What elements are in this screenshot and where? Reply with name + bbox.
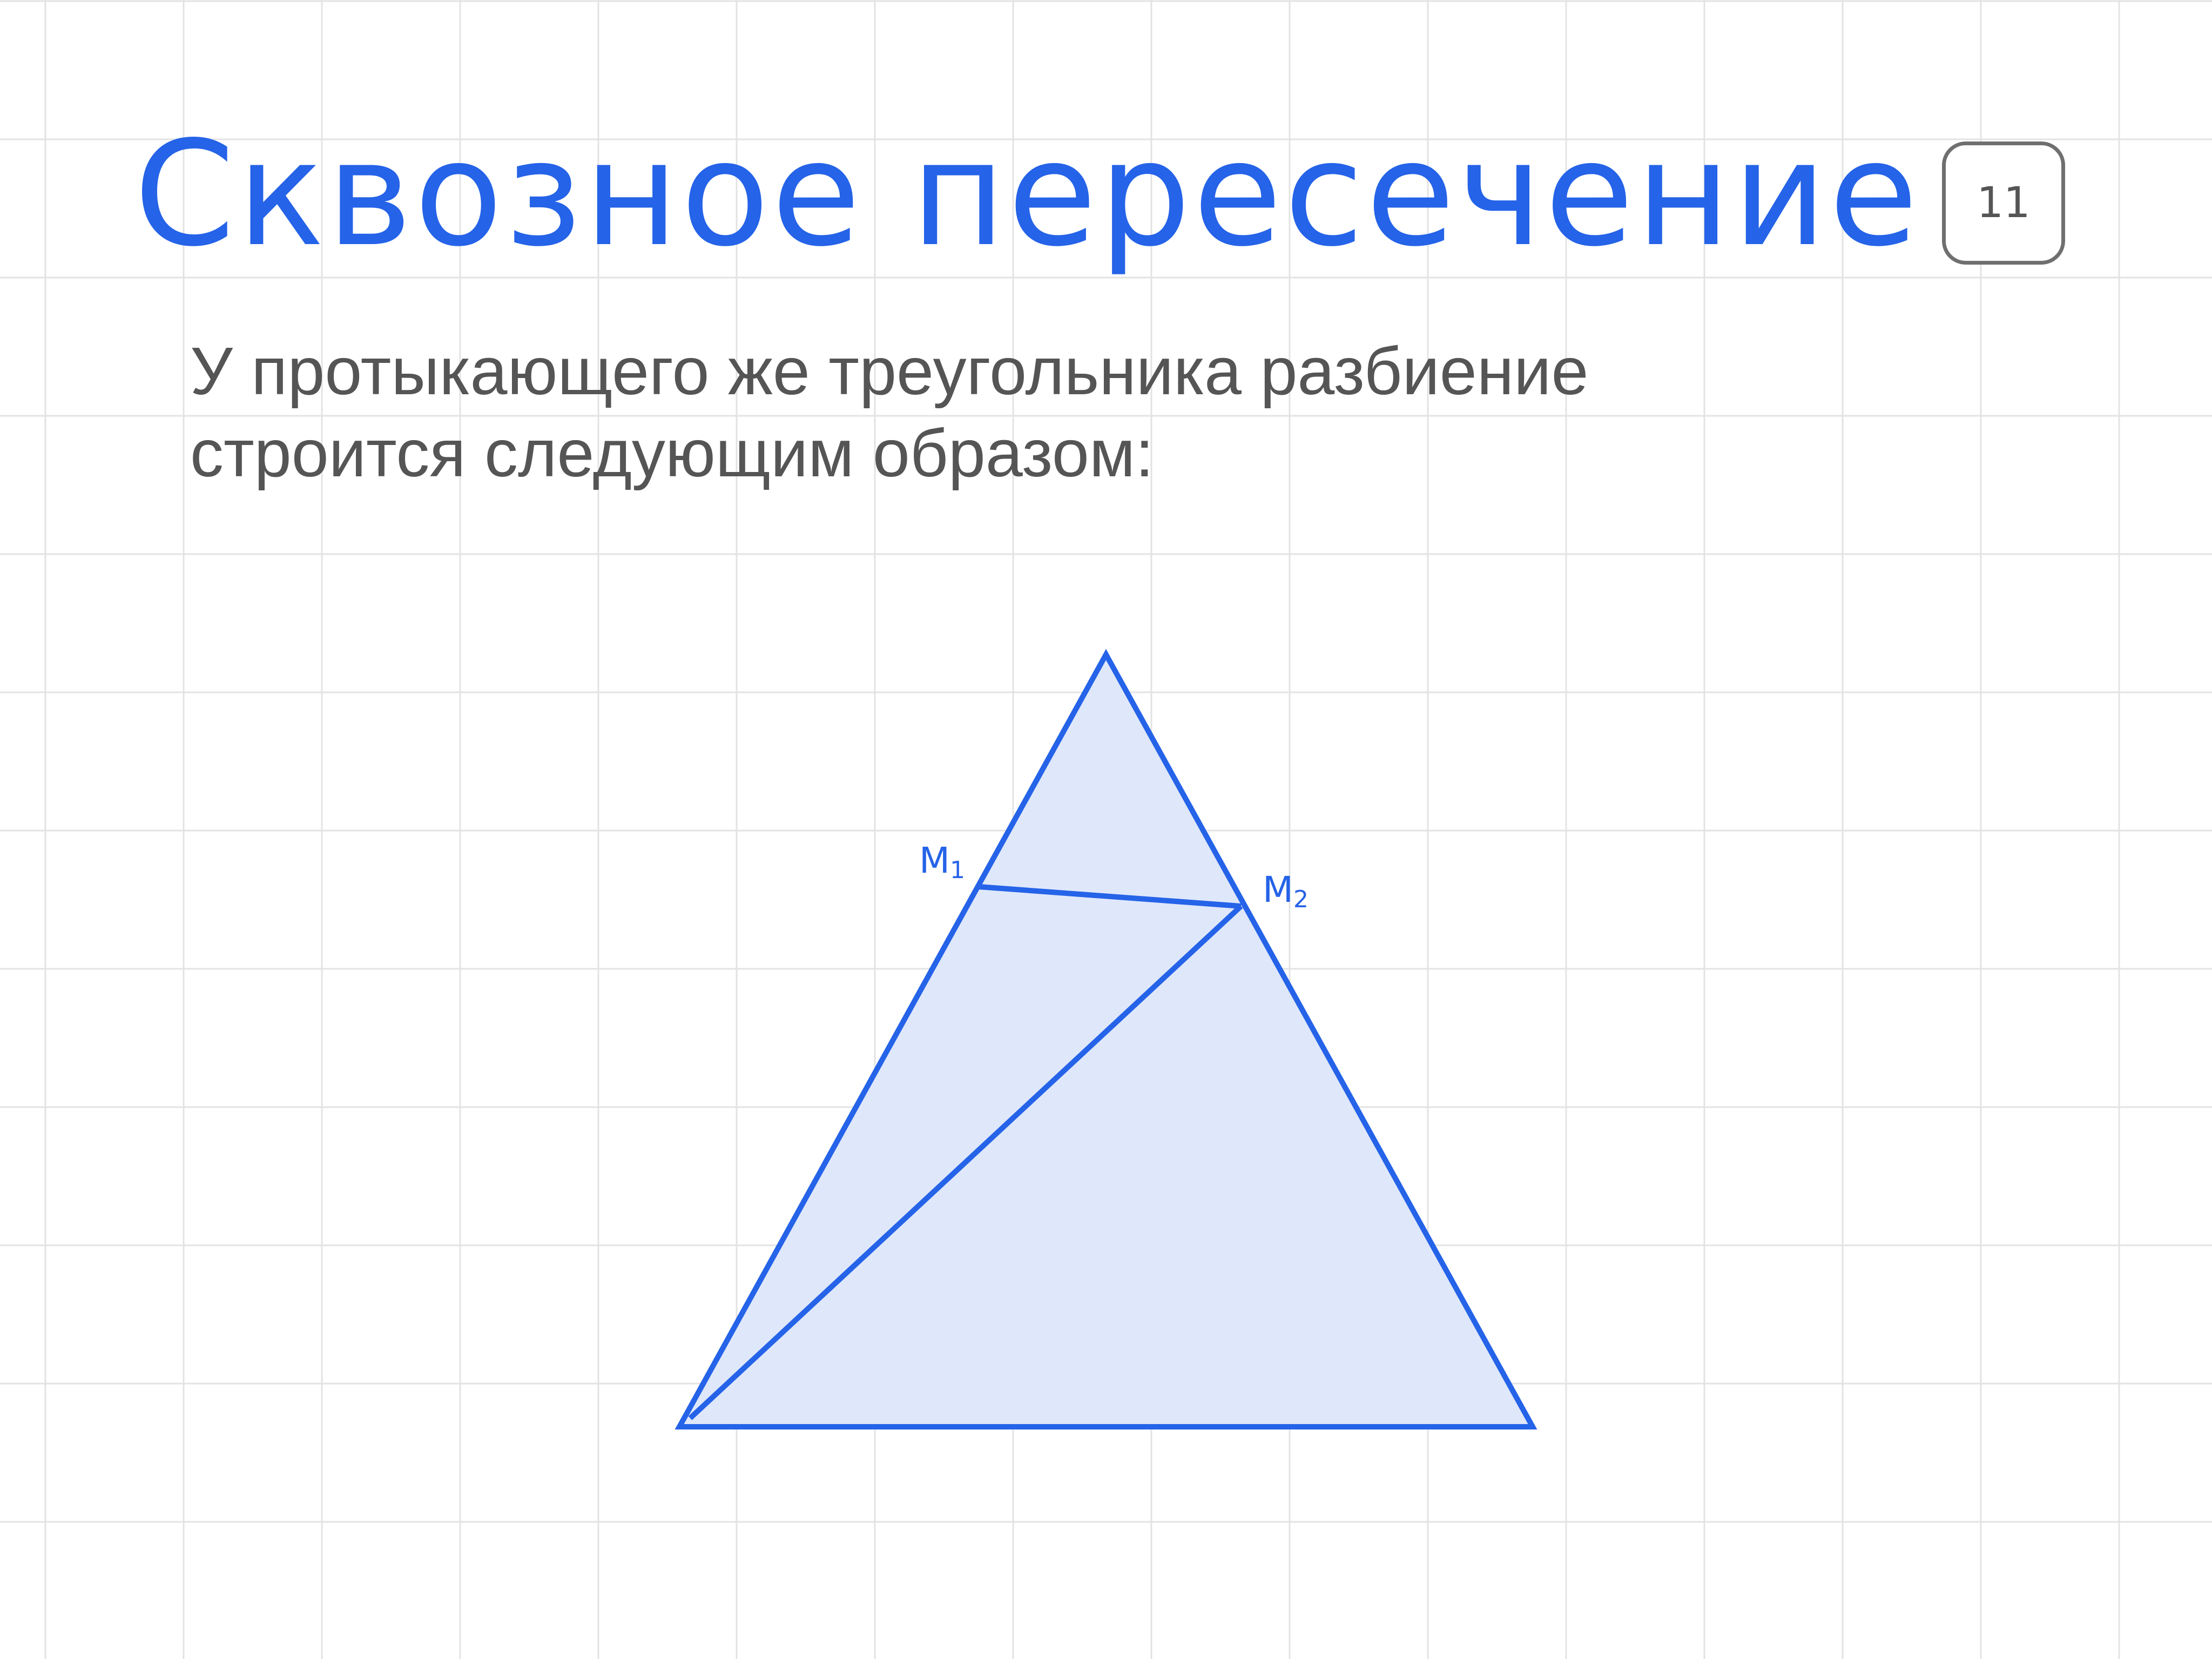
point-label-m1-letter: M: [919, 840, 950, 881]
point-label-m2-letter: M: [1263, 869, 1293, 911]
slide: Сквозное пересечение 11 У протыкающего ж…: [0, 0, 2212, 1659]
point-label-m2-index: 2: [1293, 886, 1309, 913]
point-label-m1: M1: [919, 840, 965, 884]
triangle-diagram: M1 M2: [675, 649, 1537, 1429]
point-label-m1-index: 1: [950, 857, 965, 884]
point-label-m2: M2: [1263, 869, 1309, 913]
